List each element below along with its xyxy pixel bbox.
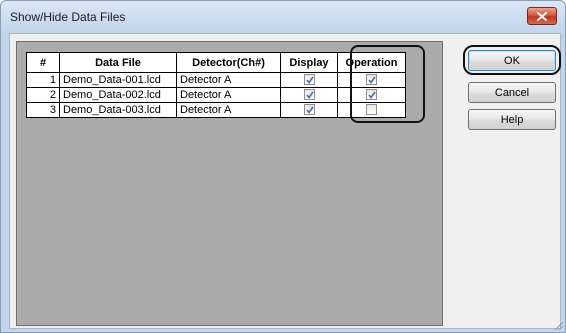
- operation-cell: [337, 102, 406, 118]
- row-number: 2: [26, 87, 60, 103]
- detector-cell[interactable]: Detector A: [176, 102, 281, 118]
- data-file-cell[interactable]: Demo_Data-001.lcd: [59, 72, 177, 88]
- table-row[interactable]: 2 Demo_Data-002.lcd Detector A: [26, 87, 406, 103]
- display-checkbox[interactable]: [303, 103, 315, 115]
- cancel-button[interactable]: Cancel: [468, 82, 556, 103]
- data-files-grid: # Data File Detector(Ch#) Display Operat…: [16, 41, 443, 326]
- header-operation[interactable]: Operation: [337, 52, 406, 73]
- detector-cell[interactable]: Detector A: [176, 72, 281, 88]
- detector-cell[interactable]: Detector A: [176, 87, 281, 103]
- checkmark-icon: [305, 106, 314, 114]
- operation-cell: [337, 72, 406, 88]
- close-icon: [537, 11, 547, 21]
- checkmark-icon: [305, 91, 314, 99]
- header-number[interactable]: #: [26, 52, 60, 73]
- header-detector[interactable]: Detector(Ch#): [176, 52, 281, 73]
- header-display[interactable]: Display: [280, 52, 338, 73]
- table-header-row: # Data File Detector(Ch#) Display Operat…: [26, 52, 406, 73]
- ok-button[interactable]: OK: [468, 50, 556, 71]
- display-cell: [280, 102, 338, 118]
- display-cell: [280, 72, 338, 88]
- dialog-window: Show/Hide Data Files # Data File Detecto…: [0, 0, 566, 333]
- data-file-cell[interactable]: Demo_Data-002.lcd: [59, 87, 177, 103]
- resize-grip-icon[interactable]: [552, 319, 564, 331]
- window-title: Show/Hide Data Files: [10, 10, 126, 24]
- display-cell: [280, 87, 338, 103]
- checkmark-icon: [305, 76, 314, 84]
- table-row[interactable]: 1 Demo_Data-001.lcd Detector A: [26, 72, 406, 88]
- help-button[interactable]: Help: [468, 109, 556, 130]
- dialog-body: # Data File Detector(Ch#) Display Operat…: [9, 33, 561, 329]
- title-bar[interactable]: Show/Hide Data Files: [1, 1, 565, 32]
- checkmark-icon: [368, 91, 376, 99]
- table-row[interactable]: 3 Demo_Data-003.lcd Detector A: [26, 102, 406, 118]
- display-checkbox[interactable]: [303, 73, 315, 85]
- operation-checkbox[interactable]: [366, 103, 377, 115]
- operation-cell: [337, 87, 406, 103]
- close-button[interactable]: [527, 7, 557, 25]
- checkmark-icon: [368, 76, 376, 84]
- row-number: 1: [26, 72, 60, 88]
- operation-checkbox[interactable]: [366, 73, 377, 85]
- row-number: 3: [26, 102, 60, 118]
- display-checkbox[interactable]: [303, 88, 315, 100]
- data-file-cell[interactable]: Demo_Data-003.lcd: [59, 102, 177, 118]
- header-data-file[interactable]: Data File: [59, 52, 177, 73]
- data-files-table: # Data File Detector(Ch#) Display Operat…: [26, 52, 406, 118]
- operation-checkbox[interactable]: [366, 88, 377, 100]
